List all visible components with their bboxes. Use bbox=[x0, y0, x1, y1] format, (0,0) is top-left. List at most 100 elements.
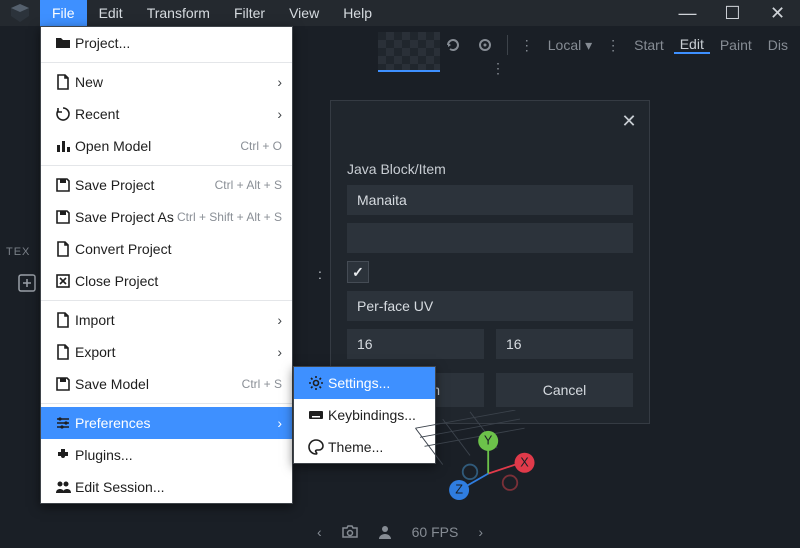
chevron-right-icon: › bbox=[268, 415, 282, 431]
menu-item-label: Import bbox=[75, 312, 268, 328]
dialog-parent-label-tail: : bbox=[318, 266, 322, 282]
menu-edit[interactable]: Edit bbox=[87, 0, 135, 26]
mode-start[interactable]: Start bbox=[628, 37, 670, 53]
menu-item-label: Save Project As bbox=[75, 209, 177, 225]
dialog-boxuv-checkbox[interactable]: ✓ bbox=[347, 261, 369, 283]
sliders-icon bbox=[51, 414, 75, 432]
menu-item-label: Settings... bbox=[328, 375, 425, 391]
menu-item-convert-project[interactable]: Convert Project bbox=[41, 233, 292, 265]
chevron-right-icon: › bbox=[268, 344, 282, 360]
palette-icon bbox=[304, 438, 328, 456]
file-icon bbox=[51, 240, 75, 258]
toolbar-overflow-icon[interactable]: ⋮ bbox=[491, 60, 505, 77]
dialog-uvmode-select[interactable]: Per-face UV bbox=[347, 291, 633, 321]
dialog-format-label: Java Block/Item bbox=[347, 161, 633, 177]
menu-item-preferences[interactable]: Preferences› bbox=[41, 407, 292, 439]
kebab-icon[interactable]: ⋮ bbox=[516, 37, 538, 54]
plugin-icon bbox=[51, 446, 75, 464]
rotate-icon[interactable] bbox=[439, 31, 467, 59]
view-prev-icon[interactable]: ‹ bbox=[317, 524, 322, 540]
dialog-close-button[interactable]: ✕ bbox=[615, 107, 643, 135]
menu-item-save-project[interactable]: Save ProjectCtrl + Alt + S bbox=[41, 169, 292, 201]
status-bar: ‹ 60 FPS › bbox=[0, 520, 800, 544]
file-icon bbox=[51, 343, 75, 361]
menu-view[interactable]: View bbox=[277, 0, 331, 26]
view-next-icon[interactable]: › bbox=[478, 524, 483, 540]
menu-item-import[interactable]: Import› bbox=[41, 304, 292, 336]
menu-item-label: Export bbox=[75, 344, 268, 360]
chart-icon bbox=[51, 137, 75, 155]
dialog-cancel-button[interactable]: Cancel bbox=[496, 373, 633, 407]
save-icon bbox=[51, 375, 75, 393]
target-icon[interactable] bbox=[471, 31, 499, 59]
menu-item-label: Recent bbox=[75, 106, 268, 122]
app-logo bbox=[0, 0, 40, 26]
chevron-right-icon: › bbox=[268, 74, 282, 90]
menu-help[interactable]: Help bbox=[331, 0, 384, 26]
menu-item-label: Close Project bbox=[75, 273, 282, 289]
menu-item-close-project[interactable]: Close Project bbox=[41, 265, 292, 297]
menu-item-shortcut: Ctrl + O bbox=[240, 139, 282, 153]
menu-item-open-model[interactable]: Open ModelCtrl + O bbox=[41, 130, 292, 162]
tab-preview[interactable] bbox=[378, 32, 440, 72]
menu-filter[interactable]: Filter bbox=[222, 0, 277, 26]
menu-item-plugins[interactable]: Plugins... bbox=[41, 439, 292, 471]
menu-item-edit-session[interactable]: Edit Session... bbox=[41, 471, 292, 503]
person-icon[interactable] bbox=[378, 525, 392, 539]
kebab-icon-2[interactable]: ⋮ bbox=[602, 37, 624, 54]
transform-space[interactable]: Local ▾ bbox=[542, 37, 598, 54]
mode-edit[interactable]: Edit bbox=[674, 36, 710, 54]
textures-panel-label: TEX bbox=[6, 246, 30, 258]
chevron-right-icon: › bbox=[268, 312, 282, 328]
menu-item-export[interactable]: Export› bbox=[41, 336, 292, 368]
menu-file[interactable]: File bbox=[40, 0, 87, 26]
menu-item-label: Save Project bbox=[75, 177, 215, 193]
file-menu: Project...New›Recent›Open ModelCtrl + OS… bbox=[40, 26, 293, 504]
menu-item-settings[interactable]: Settings... bbox=[294, 367, 435, 399]
history-icon bbox=[51, 105, 75, 123]
svg-text:Y: Y bbox=[484, 433, 493, 448]
menu-item-recent[interactable]: Recent› bbox=[41, 98, 292, 130]
menu-item-shortcut: Ctrl + Alt + S bbox=[215, 178, 282, 192]
close-box-icon bbox=[51, 272, 75, 290]
menu-item-shortcut: Ctrl + Shift + Alt + S bbox=[177, 210, 282, 224]
menu-item-new[interactable]: New› bbox=[41, 66, 292, 98]
menu-item-label: Open Model bbox=[75, 138, 240, 154]
file-icon bbox=[51, 311, 75, 329]
dialog-filename-field[interactable] bbox=[347, 223, 633, 253]
menu-item-save-model[interactable]: Save ModelCtrl + S bbox=[41, 368, 292, 400]
svg-text:X: X bbox=[520, 454, 529, 469]
window-controls: — ☐ ✕ bbox=[665, 0, 800, 26]
menu-item-label: Plugins... bbox=[75, 447, 282, 463]
viewport-gizmo[interactable]: X Y Z bbox=[400, 410, 540, 510]
gear-icon bbox=[304, 374, 328, 392]
mode-display[interactable]: Dis bbox=[762, 37, 794, 53]
menu-item-label: Project... bbox=[75, 35, 282, 51]
menu-item-project[interactable]: Project... bbox=[41, 27, 292, 59]
svg-text:Z: Z bbox=[455, 482, 463, 497]
mode-paint[interactable]: Paint bbox=[714, 37, 758, 53]
chevron-right-icon: › bbox=[268, 106, 282, 122]
save-icon bbox=[51, 176, 75, 194]
menubar: File Edit Transform Filter View Help — ☐… bbox=[0, 0, 800, 26]
keyboard-icon bbox=[304, 406, 328, 424]
dialog-texh-field[interactable]: 16 bbox=[496, 329, 633, 359]
save-icon bbox=[51, 208, 75, 226]
window-minimize[interactable]: — bbox=[665, 0, 710, 26]
fps-label: 60 FPS bbox=[412, 524, 459, 540]
menu-item-label: Save Model bbox=[75, 376, 242, 392]
menu-item-label: Edit Session... bbox=[75, 479, 282, 495]
file-icon bbox=[51, 73, 75, 91]
window-maximize[interactable]: ☐ bbox=[710, 0, 755, 26]
camera-icon[interactable] bbox=[342, 525, 358, 539]
menu-item-shortcut: Ctrl + S bbox=[242, 377, 282, 391]
dialog-texw-field[interactable]: 16 bbox=[347, 329, 484, 359]
dialog-name-field[interactable]: Manaita bbox=[347, 185, 633, 215]
folder-icon bbox=[51, 34, 75, 52]
menu-item-label: Convert Project bbox=[75, 241, 282, 257]
menu-item-label: Preferences bbox=[75, 415, 268, 431]
window-close[interactable]: ✕ bbox=[755, 0, 800, 26]
add-texture-icon[interactable] bbox=[16, 272, 38, 294]
menu-item-save-project-as[interactable]: Save Project AsCtrl + Shift + Alt + S bbox=[41, 201, 292, 233]
menu-transform[interactable]: Transform bbox=[135, 0, 222, 26]
